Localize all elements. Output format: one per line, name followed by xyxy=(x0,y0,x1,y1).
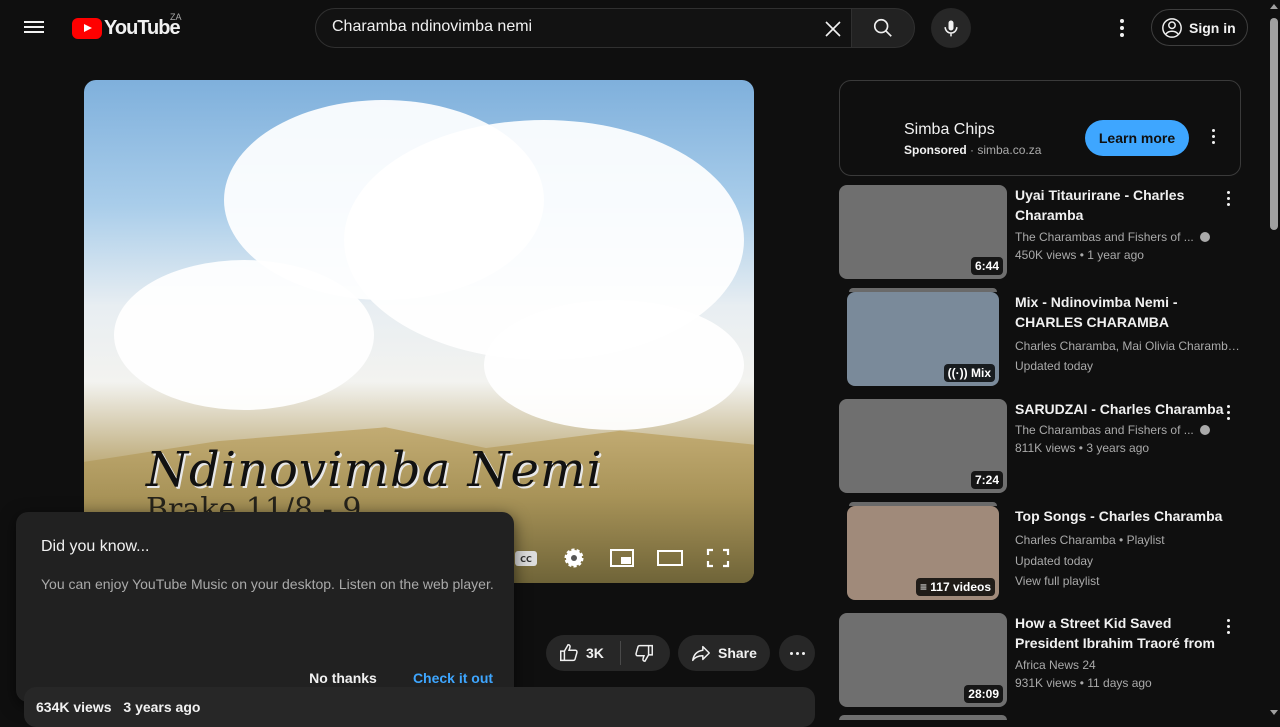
thumbs-down-icon xyxy=(635,644,653,662)
more-actions-button[interactable] xyxy=(779,635,815,671)
search-box xyxy=(315,8,852,48)
recommendation-channel[interactable]: The Charambas and Fishers of ... xyxy=(1015,423,1245,437)
recommendation-channel[interactable]: Charles Charamba, Mai Olivia Charamba,..… xyxy=(1015,339,1245,353)
video-thumbnail[interactable]: 7:24 xyxy=(839,399,1007,493)
scroll-down-arrow[interactable] xyxy=(1270,710,1278,715)
country-code: ZA xyxy=(170,12,182,22)
recommendation-title[interactable]: Top Songs - Charles Charamba xyxy=(1015,506,1225,526)
account-icon xyxy=(1162,17,1182,38)
scroll-up-arrow[interactable] xyxy=(1270,4,1278,9)
ad-menu-icon[interactable] xyxy=(1212,129,1215,144)
like-dislike-bar: 3K xyxy=(546,635,670,671)
fullscreen-icon[interactable] xyxy=(704,546,732,570)
recommendation-title[interactable]: How a Street Kid Saved President Ibrahim… xyxy=(1015,613,1225,653)
upload-age: 3 years ago xyxy=(123,699,201,715)
mix-thumbnail[interactable]: ((·)) Mix xyxy=(847,292,999,386)
play-logo-icon xyxy=(72,17,102,39)
scrollbar[interactable] xyxy=(1268,0,1280,720)
video-thumbnail[interactable]: 6:44 xyxy=(839,185,1007,279)
description-box[interactable]: 634K views 3 years ago xyxy=(24,687,815,727)
learn-more-button[interactable]: Learn more xyxy=(1085,120,1189,156)
recommendation-meta: 811K views • 3 years ago xyxy=(1015,441,1150,455)
menu-icon[interactable] xyxy=(24,18,48,38)
recommendation-meta: 450K views • 1 year ago xyxy=(1015,248,1144,262)
duration-badge: 28:09 xyxy=(964,685,1003,703)
like-count: 3K xyxy=(586,645,604,661)
youtube-logo[interactable]: YouTube ZA xyxy=(72,12,182,40)
cloud xyxy=(114,260,374,410)
recommendation-menu-icon[interactable] xyxy=(1227,619,1230,634)
playlist-count-badge: ≡ 117 videos xyxy=(915,578,995,596)
video-caption: Ndinovimba Nemi xyxy=(146,442,603,498)
search-icon xyxy=(873,18,892,37)
recommendation-item[interactable]: 7:24 SARUDZAI - Charles Charamba The Cha… xyxy=(839,399,1249,493)
recommendation-item[interactable]: 28:09 How a Street Kid Saved President I… xyxy=(839,613,1249,707)
recommendation-channel[interactable]: Africa News 24 xyxy=(1015,658,1245,672)
did-you-know-popup: Did you know... You can enjoy YouTube Mu… xyxy=(16,512,514,702)
svg-text:CC: CC xyxy=(520,555,532,564)
recommendation-item[interactable]: 6:44 Uyai Titaurirane - Charles Charamba… xyxy=(839,185,1249,279)
clear-search-icon[interactable] xyxy=(821,17,845,41)
recommendation-menu-icon[interactable] xyxy=(1227,191,1230,206)
view-full-playlist-link[interactable]: View full playlist xyxy=(1015,574,1245,588)
popup-title: Did you know... xyxy=(41,538,150,555)
logo-text: YouTube xyxy=(104,16,181,39)
mix-badge: ((·)) Mix xyxy=(943,364,995,382)
verified-icon xyxy=(1199,425,1210,435)
view-count: 634K views xyxy=(36,699,112,715)
playlist-thumbnail[interactable]: ≡ 117 videos xyxy=(847,506,999,600)
recommendation-channel[interactable]: The Charambas and Fishers of ... xyxy=(1015,230,1245,244)
share-label: Share xyxy=(718,645,757,661)
microphone-icon xyxy=(944,20,958,37)
sponsored-ad[interactable]: Simba Chips Sponsored · simba.co.za Lear… xyxy=(839,80,1241,176)
duration-badge: 7:24 xyxy=(970,471,1003,489)
settings-menu-icon[interactable] xyxy=(1110,16,1134,40)
ad-title: Simba Chips xyxy=(904,121,995,138)
share-button[interactable]: Share xyxy=(678,635,770,671)
recommendation-menu-icon[interactable] xyxy=(1227,405,1230,420)
search-button[interactable] xyxy=(851,8,915,48)
settings-gear-icon[interactable] xyxy=(560,546,588,570)
voice-search-button[interactable] xyxy=(931,8,971,48)
video-thumbnail[interactable]: 28:09 xyxy=(839,613,1007,707)
search-input[interactable] xyxy=(332,18,812,36)
sign-in-button[interactable]: Sign in xyxy=(1151,9,1248,46)
recommendation-item[interactable]: ≡ 117 videos Top Songs - Charles Charamb… xyxy=(839,502,1249,600)
verified-icon xyxy=(1199,232,1210,242)
captions-icon[interactable]: CC xyxy=(512,546,540,570)
like-button[interactable]: 3K xyxy=(546,642,620,664)
recommendation-meta: Updated today xyxy=(1015,359,1094,373)
recommendation-title[interactable]: Mix - Ndinovimba Nemi - CHARLES CHARAMBA xyxy=(1015,292,1225,332)
ad-meta: Sponsored · simba.co.za xyxy=(904,143,1042,157)
miniplayer-icon[interactable] xyxy=(608,546,636,570)
thumbs-up-icon xyxy=(560,644,578,662)
scroll-thumb[interactable] xyxy=(1270,18,1278,230)
sponsored-label: Sponsored xyxy=(904,143,967,157)
ad-domain: simba.co.za xyxy=(977,143,1042,157)
recommendation-title[interactable]: Uyai Titaurirane - Charles Charamba xyxy=(1015,185,1225,225)
recommendation-meta: 931K views • 11 days ago xyxy=(1015,676,1152,690)
cloud xyxy=(484,300,744,430)
recommendation-item[interactable]: ((·)) Mix Mix - Ndinovimba Nemi - CHARLE… xyxy=(839,288,1249,386)
dislike-button[interactable] xyxy=(621,642,655,664)
recommendation-title[interactable]: SARUDZAI - Charles Charamba xyxy=(1015,399,1225,419)
next-recommendation-thumbnail[interactable] xyxy=(839,715,1007,720)
duration-badge: 6:44 xyxy=(970,257,1003,275)
sign-in-label: Sign in xyxy=(1189,19,1236,36)
recommendation-meta: Updated today xyxy=(1015,554,1094,568)
share-icon xyxy=(692,645,710,662)
video-player[interactable]: Ndinovimba Nemi Brake 11/8 - 9 CC xyxy=(84,80,754,583)
recommendation-channel[interactable]: Charles Charamba • Playlist xyxy=(1015,533,1245,547)
popup-body: You can enjoy YouTube Music on your desk… xyxy=(41,576,494,592)
theater-mode-icon[interactable] xyxy=(656,546,684,570)
